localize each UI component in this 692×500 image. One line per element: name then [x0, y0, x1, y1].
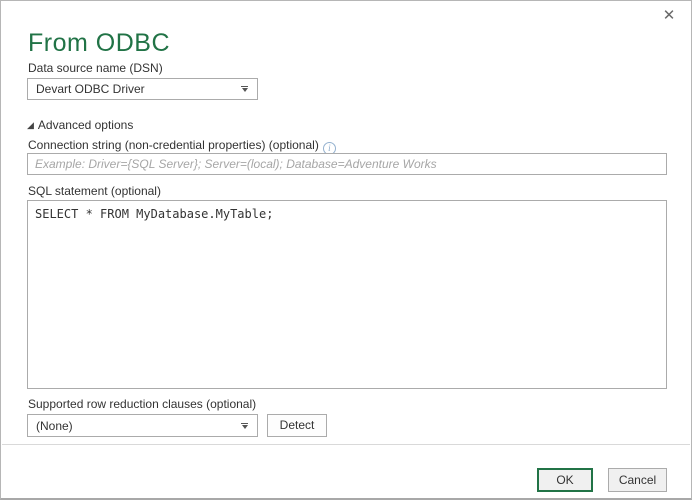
row-reduction-dropdown[interactable]: (None)	[27, 414, 258, 437]
chevron-down-icon	[240, 423, 249, 429]
dialog-title: From ODBC	[28, 29, 170, 58]
detect-button[interactable]: Detect	[267, 414, 327, 437]
connection-string-label-text: Connection string (non-credential proper…	[28, 138, 319, 152]
dsn-dropdown[interactable]: Devart ODBC Driver	[27, 78, 258, 100]
ok-button[interactable]: OK	[537, 468, 593, 492]
sql-statement-textarea[interactable]: SELECT * FROM MyDatabase.MyTable;	[27, 200, 667, 389]
advanced-options-toggle[interactable]: ◢ Advanced options	[27, 118, 133, 132]
from-odbc-dialog: ✕ From ODBC Data source name (DSN) Devar…	[0, 0, 692, 500]
row-reduction-selected-value: (None)	[36, 419, 73, 433]
dsn-selected-value: Devart ODBC Driver	[36, 82, 145, 96]
dsn-label: Data source name (DSN)	[28, 61, 163, 75]
advanced-options-label: Advanced options	[38, 118, 133, 132]
row-reduction-label: Supported row reduction clauses (optiona…	[28, 397, 256, 411]
sql-statement-label: SQL statement (optional)	[28, 184, 161, 198]
collapse-triangle-icon: ◢	[27, 121, 34, 130]
cancel-button[interactable]: Cancel	[608, 468, 667, 492]
close-icon[interactable]: ✕	[659, 6, 679, 26]
chevron-down-icon	[240, 86, 249, 92]
connection-string-input[interactable]	[27, 153, 667, 175]
footer-divider	[2, 444, 690, 445]
